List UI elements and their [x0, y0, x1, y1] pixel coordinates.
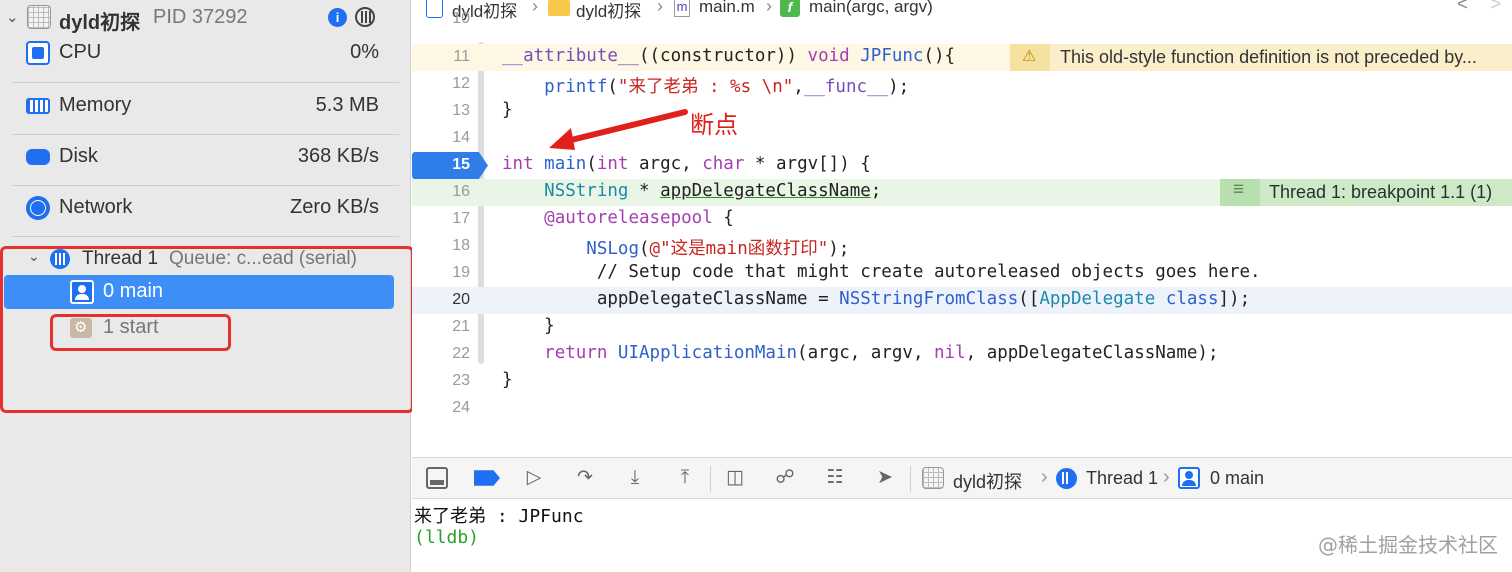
code-comment: // Setup code that might create autorele… — [502, 262, 1261, 282]
code-line: 10 — [412, 6, 1512, 33]
line-number: 12 — [452, 75, 470, 92]
code-line: 20 appDelegateClassName = NSStringFromCl… — [412, 287, 1512, 314]
gauge-label: Disk — [59, 145, 98, 167]
hide-debug-area-button[interactable] — [426, 467, 448, 489]
code-text: NSLog(@"这是main函数打印"); — [586, 239, 850, 259]
globe-icon — [26, 196, 50, 220]
gauge-value: Zero KB/s — [290, 196, 379, 218]
user-frame-icon — [1178, 467, 1200, 489]
code-text: return UIApplicationMain(argc, argv, nil… — [544, 343, 1219, 363]
code-line: 12 printf("来了老弟 : %s \n",__func__); — [412, 71, 1512, 98]
memory-icon — [26, 98, 50, 114]
step-into-button[interactable]: ⤓ — [624, 467, 646, 489]
code-line-current: 16 NSString * appDelegateClassName; Thre… — [412, 179, 1512, 206]
code-line: 18 NSLog(@"这是main函数打印"); — [412, 233, 1512, 260]
code-text: } — [502, 370, 513, 390]
annotation-label: 断点 — [690, 111, 738, 139]
line-number: 19 — [452, 264, 470, 281]
line-number: 13 — [452, 102, 470, 119]
watermark: @稀土掘金技术社区 — [1318, 533, 1498, 557]
crumb-frame[interactable]: 0 main — [1210, 468, 1264, 489]
process-pid: PID 37292 — [153, 6, 248, 28]
gauge-label: Memory — [59, 94, 132, 116]
code-line: 24 — [412, 395, 1512, 422]
thread-icon — [1056, 468, 1077, 489]
code-text: NSString * appDelegateClassName; — [544, 181, 882, 201]
code-text: __attribute__((constructor)) void JPFunc… — [502, 46, 956, 66]
breakpoints-toggle-button[interactable] — [474, 470, 500, 486]
breakpoint-text: Thread 1: breakpoint 1.1 (1) — [1269, 182, 1493, 202]
line-number: 11 — [453, 48, 470, 65]
code-text: int main(int argc, char * argv[]) { — [502, 154, 871, 174]
console-line: 来了老弟 : JPFunc — [414, 506, 584, 527]
line-number: 14 — [452, 129, 470, 146]
app-icon — [27, 5, 51, 29]
divider — [12, 236, 399, 237]
environment-overrides-button[interactable]: ☷ — [824, 467, 846, 489]
app-icon — [922, 467, 944, 489]
code-text: appDelegateClassName = NSStringFromClass… — [502, 289, 1251, 309]
code-line: 23 } — [412, 368, 1512, 395]
warning-text: This old-style function definition is no… — [1060, 47, 1477, 67]
code-line: 17 @autoreleasepool { — [412, 206, 1512, 233]
code-line: 21 } — [412, 314, 1512, 341]
chevron-right-icon: › — [1041, 466, 1048, 488]
divider — [710, 466, 711, 492]
disk-icon — [26, 149, 50, 165]
line-number: 24 — [452, 399, 470, 416]
code-line: 19 // Setup code that might create autor… — [412, 260, 1512, 287]
debug-navigator: ⌄ dyld初探 PID 37292 i CPU 0% Memory 5.3 M… — [0, 0, 414, 572]
line-number: 23 — [452, 372, 470, 389]
annotation-box-start — [50, 314, 231, 351]
warning-icon — [1010, 44, 1050, 71]
simulate-location-button[interactable]: ➤ — [874, 467, 896, 489]
lldb-prompt[interactable]: (lldb) — [414, 527, 479, 548]
code-line: 11 __attribute__((constructor)) void JPF… — [412, 44, 1512, 71]
chevron-right-icon: › — [1163, 466, 1170, 488]
line-number: 20 — [452, 291, 470, 308]
source-editor[interactable]: 10 11 __attribute__((constructor)) void … — [412, 10, 1512, 457]
gauge-memory[interactable]: Memory 5.3 MB — [12, 82, 399, 132]
line-number: 22 — [452, 345, 470, 362]
cpu-icon — [26, 41, 50, 65]
gauge-value: 0% — [350, 41, 379, 63]
code-text: printf("来了老弟 : %s \n",__func__); — [502, 77, 910, 97]
warning-annotation[interactable]: This old-style function definition is no… — [1010, 44, 1512, 71]
chevron-down-icon[interactable]: ⌄ — [6, 8, 19, 26]
code-line: 22 return UIApplicationMain(argc, argv, … — [412, 341, 1512, 368]
gauge-value: 5.3 MB — [315, 94, 379, 116]
line-number: 15 — [452, 156, 470, 173]
memory-graph-button[interactable]: ☍ — [774, 467, 796, 489]
gauge-cpu[interactable]: CPU 0% — [12, 29, 399, 79]
line-number: 16 — [452, 183, 470, 200]
step-out-button[interactable]: ⤒ — [674, 467, 696, 489]
gauge-label: CPU — [59, 41, 102, 63]
code-line: 15 int main(int argc, char * argv[]) { — [412, 152, 1512, 179]
code-text: } — [502, 100, 513, 120]
info-icon[interactable]: i — [328, 8, 347, 27]
code-text: @autoreleasepool { — [544, 208, 734, 228]
gauge-label: Network — [59, 196, 133, 218]
list-icon — [1220, 179, 1260, 206]
crumb-thread[interactable]: Thread 1 — [1086, 468, 1158, 489]
console-output[interactable]: 来了老弟 : JPFunc (lldb) @稀土掘金技术社区 — [412, 499, 1512, 572]
annotation-arrow — [549, 109, 688, 150]
breakpoint-annotation[interactable]: Thread 1: breakpoint 1.1 (1) — [1220, 179, 1512, 206]
crumb-process[interactable]: dyld初探 — [953, 468, 1022, 494]
threads-icon[interactable] — [355, 7, 375, 27]
line-number: 10 — [452, 10, 470, 27]
code-text: } — [502, 316, 555, 336]
divider — [910, 466, 911, 492]
line-number: 21 — [452, 318, 470, 335]
gauge-value: 368 KB/s — [297, 145, 379, 167]
continue-button[interactable]: ▷ — [523, 467, 545, 489]
step-over-button[interactable]: ↷ — [574, 467, 596, 489]
debug-bar: ▷ ↷ ⤓ ⤒ ◫ ☍ ☷ ➤ dyld初探 › Thread 1 › 0 ma… — [412, 457, 1512, 499]
view-hierarchy-button[interactable]: ◫ — [724, 467, 746, 489]
gauge-network[interactable]: Network Zero KB/s — [12, 184, 399, 234]
line-number: 17 — [452, 210, 470, 227]
gauge-disk[interactable]: Disk 368 KB/s — [12, 133, 399, 183]
line-number: 18 — [452, 237, 470, 254]
